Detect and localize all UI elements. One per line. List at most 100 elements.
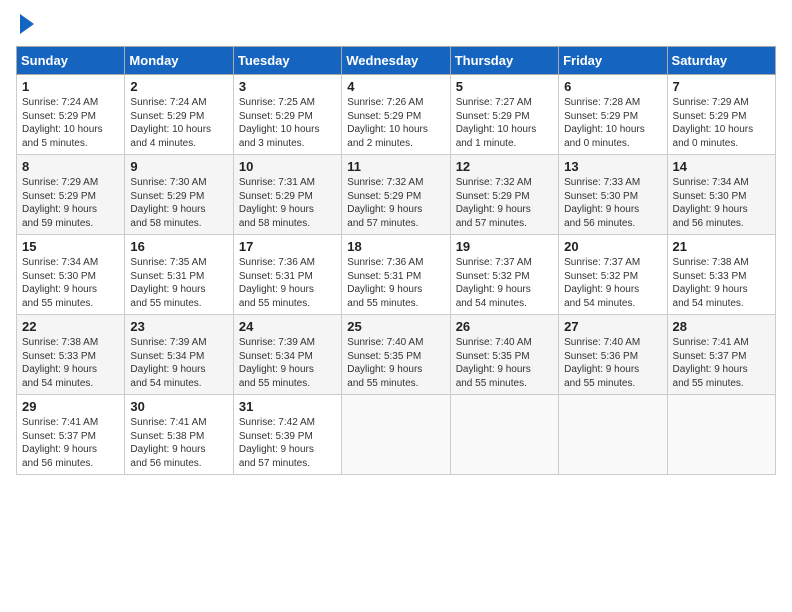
calendar-week-row: 1Sunrise: 7:24 AM Sunset: 5:29 PM Daylig… <box>17 75 776 155</box>
day-number: 30 <box>130 399 227 414</box>
calendar-day-cell: 5 Sunrise: 7:27 AM Sunset: 5:29 PM Daylig… <box>450 75 558 155</box>
calendar-week-row: 29 Sunrise: 7:41 AM Sunset: 5:37 PM Dayli… <box>17 395 776 475</box>
day-number: 29 <box>22 399 119 414</box>
day-number: 13 <box>564 159 661 174</box>
day-number: 12 <box>456 159 553 174</box>
logo <box>16 16 34 34</box>
day-number: 4 <box>347 79 444 94</box>
day-info: Sunrise: 7:25 AM Sunset: 5:29 PM Dayligh… <box>239 96 336 150</box>
day-info: Sunrise: 7:42 AM Sunset: 5:39 PM Dayligh… <box>239 416 336 470</box>
calendar-table: SundayMondayTuesdayWednesdayThursdayFrid… <box>16 46 776 475</box>
day-info: Sunrise: 7:38 AM Sunset: 5:33 PM Dayligh… <box>22 336 119 390</box>
calendar-day-cell: 31 Sunrise: 7:42 AM Sunset: 5:39 PM Dayli… <box>233 395 341 475</box>
logo-arrow-icon <box>20 14 34 34</box>
calendar-day-cell: 26 Sunrise: 7:40 AM Sunset: 5:35 PM Dayli… <box>450 315 558 395</box>
day-info: Sunrise: 7:34 AM Sunset: 5:30 PM Dayligh… <box>673 176 770 230</box>
calendar-day-cell: 27 Sunrise: 7:40 AM Sunset: 5:36 PM Dayli… <box>559 315 667 395</box>
calendar-day-cell: 9 Sunrise: 7:30 AM Sunset: 5:29 PM Daylig… <box>125 155 233 235</box>
day-info: Sunrise: 7:29 AM Sunset: 5:29 PM Dayligh… <box>673 96 770 150</box>
calendar-day-cell: 22Sunrise: 7:38 AM Sunset: 5:33 PM Dayli… <box>17 315 125 395</box>
day-number: 11 <box>347 159 444 174</box>
page-header <box>16 16 776 34</box>
calendar-day-cell: 23 Sunrise: 7:39 AM Sunset: 5:34 PM Dayli… <box>125 315 233 395</box>
day-info: Sunrise: 7:27 AM Sunset: 5:29 PM Dayligh… <box>456 96 553 150</box>
day-number: 10 <box>239 159 336 174</box>
day-of-week-header: Monday <box>125 47 233 75</box>
calendar-day-cell: 16 Sunrise: 7:35 AM Sunset: 5:31 PM Dayli… <box>125 235 233 315</box>
day-info: Sunrise: 7:40 AM Sunset: 5:35 PM Dayligh… <box>347 336 444 390</box>
day-info: Sunrise: 7:36 AM Sunset: 5:31 PM Dayligh… <box>239 256 336 310</box>
day-number: 26 <box>456 319 553 334</box>
day-number: 28 <box>673 319 770 334</box>
day-number: 5 <box>456 79 553 94</box>
day-info: Sunrise: 7:39 AM Sunset: 5:34 PM Dayligh… <box>239 336 336 390</box>
day-number: 9 <box>130 159 227 174</box>
day-info: Sunrise: 7:26 AM Sunset: 5:29 PM Dayligh… <box>347 96 444 150</box>
calendar-day-cell: 25 Sunrise: 7:40 AM Sunset: 5:35 PM Dayli… <box>342 315 450 395</box>
day-info: Sunrise: 7:38 AM Sunset: 5:33 PM Dayligh… <box>673 256 770 310</box>
day-number: 14 <box>673 159 770 174</box>
calendar-day-cell <box>450 395 558 475</box>
day-info: Sunrise: 7:24 AM Sunset: 5:29 PM Dayligh… <box>22 96 119 150</box>
calendar-day-cell: 18Sunrise: 7:36 AM Sunset: 5:31 PM Dayli… <box>342 235 450 315</box>
day-of-week-header: Saturday <box>667 47 775 75</box>
calendar-day-cell: 8 Sunrise: 7:29 AM Sunset: 5:29 PM Daylig… <box>17 155 125 235</box>
calendar-day-cell <box>667 395 775 475</box>
day-info: Sunrise: 7:41 AM Sunset: 5:37 PM Dayligh… <box>22 416 119 470</box>
day-of-week-header: Tuesday <box>233 47 341 75</box>
day-of-week-header: Friday <box>559 47 667 75</box>
calendar-day-cell: 21Sunrise: 7:38 AM Sunset: 5:33 PM Dayli… <box>667 235 775 315</box>
calendar-day-cell: 24Sunrise: 7:39 AM Sunset: 5:34 PM Dayli… <box>233 315 341 395</box>
calendar-day-cell: 4 Sunrise: 7:26 AM Sunset: 5:29 PM Daylig… <box>342 75 450 155</box>
calendar-day-cell: 2 Sunrise: 7:24 AM Sunset: 5:29 PM Daylig… <box>125 75 233 155</box>
day-number: 7 <box>673 79 770 94</box>
day-number: 23 <box>130 319 227 334</box>
calendar-day-cell <box>559 395 667 475</box>
day-number: 2 <box>130 79 227 94</box>
day-number: 19 <box>456 239 553 254</box>
calendar-day-cell: 3Sunrise: 7:25 AM Sunset: 5:29 PM Daylig… <box>233 75 341 155</box>
calendar-day-cell: 28Sunrise: 7:41 AM Sunset: 5:37 PM Dayli… <box>667 315 775 395</box>
day-number: 18 <box>347 239 444 254</box>
day-info: Sunrise: 7:32 AM Sunset: 5:29 PM Dayligh… <box>347 176 444 230</box>
calendar-day-cell: 6Sunrise: 7:28 AM Sunset: 5:29 PM Daylig… <box>559 75 667 155</box>
day-info: Sunrise: 7:24 AM Sunset: 5:29 PM Dayligh… <box>130 96 227 150</box>
day-info: Sunrise: 7:34 AM Sunset: 5:30 PM Dayligh… <box>22 256 119 310</box>
day-info: Sunrise: 7:30 AM Sunset: 5:29 PM Dayligh… <box>130 176 227 230</box>
day-number: 27 <box>564 319 661 334</box>
day-info: Sunrise: 7:37 AM Sunset: 5:32 PM Dayligh… <box>564 256 661 310</box>
day-of-week-header: Wednesday <box>342 47 450 75</box>
day-number: 6 <box>564 79 661 94</box>
day-info: Sunrise: 7:40 AM Sunset: 5:36 PM Dayligh… <box>564 336 661 390</box>
day-info: Sunrise: 7:35 AM Sunset: 5:31 PM Dayligh… <box>130 256 227 310</box>
calendar-day-cell: 30 Sunrise: 7:41 AM Sunset: 5:38 PM Dayli… <box>125 395 233 475</box>
calendar-day-cell <box>342 395 450 475</box>
calendar-week-row: 8 Sunrise: 7:29 AM Sunset: 5:29 PM Daylig… <box>17 155 776 235</box>
calendar-day-cell: 10Sunrise: 7:31 AM Sunset: 5:29 PM Dayli… <box>233 155 341 235</box>
calendar-day-cell: 1Sunrise: 7:24 AM Sunset: 5:29 PM Daylig… <box>17 75 125 155</box>
day-number: 31 <box>239 399 336 414</box>
calendar-day-cell: 29 Sunrise: 7:41 AM Sunset: 5:37 PM Dayli… <box>17 395 125 475</box>
calendar-week-row: 22Sunrise: 7:38 AM Sunset: 5:33 PM Dayli… <box>17 315 776 395</box>
day-info: Sunrise: 7:40 AM Sunset: 5:35 PM Dayligh… <box>456 336 553 390</box>
calendar-day-cell: 20 Sunrise: 7:37 AM Sunset: 5:32 PM Dayli… <box>559 235 667 315</box>
calendar-day-cell: 14 Sunrise: 7:34 AM Sunset: 5:30 PM Dayli… <box>667 155 775 235</box>
day-info: Sunrise: 7:39 AM Sunset: 5:34 PM Dayligh… <box>130 336 227 390</box>
calendar-day-cell: 19 Sunrise: 7:37 AM Sunset: 5:32 PM Dayli… <box>450 235 558 315</box>
calendar-day-cell: 17Sunrise: 7:36 AM Sunset: 5:31 PM Dayli… <box>233 235 341 315</box>
day-number: 20 <box>564 239 661 254</box>
day-number: 15 <box>22 239 119 254</box>
day-of-week-header: Sunday <box>17 47 125 75</box>
calendar-day-cell: 12 Sunrise: 7:32 AM Sunset: 5:29 PM Dayli… <box>450 155 558 235</box>
day-info: Sunrise: 7:33 AM Sunset: 5:30 PM Dayligh… <box>564 176 661 230</box>
day-info: Sunrise: 7:37 AM Sunset: 5:32 PM Dayligh… <box>456 256 553 310</box>
day-number: 8 <box>22 159 119 174</box>
day-info: Sunrise: 7:29 AM Sunset: 5:29 PM Dayligh… <box>22 176 119 230</box>
day-number: 25 <box>347 319 444 334</box>
day-info: Sunrise: 7:32 AM Sunset: 5:29 PM Dayligh… <box>456 176 553 230</box>
day-info: Sunrise: 7:41 AM Sunset: 5:38 PM Dayligh… <box>130 416 227 470</box>
day-of-week-header: Thursday <box>450 47 558 75</box>
calendar-week-row: 15 Sunrise: 7:34 AM Sunset: 5:30 PM Dayli… <box>17 235 776 315</box>
calendar-day-cell: 13 Sunrise: 7:33 AM Sunset: 5:30 PM Dayli… <box>559 155 667 235</box>
day-number: 16 <box>130 239 227 254</box>
